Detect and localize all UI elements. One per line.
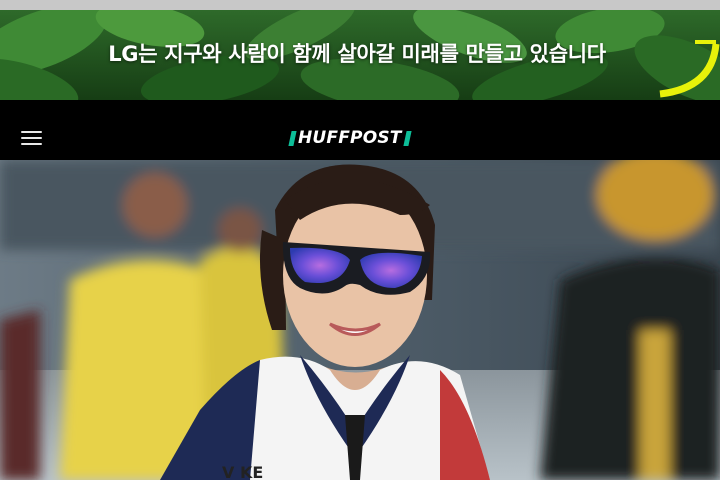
svg-text:V KE: V KE — [222, 463, 263, 480]
browser-top-strip — [0, 0, 720, 10]
logo-text: HUFFPOST — [298, 128, 402, 148]
hero-photo-speed-skater: V KE — [0, 160, 720, 480]
huffpost-logo[interactable]: HUFFPOST — [288, 127, 412, 149]
hamburger-menu-icon[interactable] — [18, 128, 44, 148]
ad-banner[interactable]: LG는 지구와 사람이 함께 살아갈 미래를 만들고 있습니다 — [0, 10, 720, 100]
ad-headline[interactable]: LG는 지구와 사람이 함께 살아갈 미래를 만들고 있습니다 — [0, 38, 720, 68]
hero-image[interactable]: V KE — [0, 160, 720, 480]
site-header: HUFFPOST — [0, 100, 720, 160]
